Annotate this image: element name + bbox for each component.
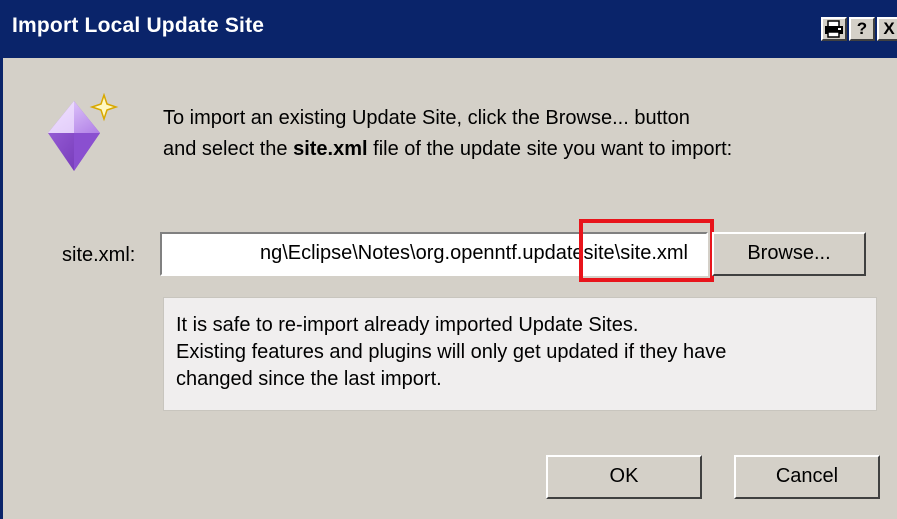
help-icon[interactable]: ? bbox=[849, 17, 875, 41]
close-icon[interactable]: X bbox=[877, 17, 897, 41]
intro-line-2: and select the site.xml file of the upda… bbox=[163, 134, 883, 165]
window-title: Import Local Update Site bbox=[12, 14, 265, 37]
info-line-2: Existing features and plugins will only … bbox=[176, 341, 727, 363]
intro-line-2-end: file of the update site you want to impo… bbox=[367, 138, 733, 160]
browse-button[interactable]: Browse... bbox=[712, 232, 866, 276]
highlight-annotation bbox=[579, 219, 714, 282]
diamond-sparkle-icon bbox=[48, 93, 119, 171]
cancel-button[interactable]: Cancel bbox=[734, 455, 880, 499]
intro-text: To import an existing Update Site, click… bbox=[163, 103, 883, 165]
intro-filename: site.xml bbox=[293, 138, 368, 160]
ok-button[interactable]: OK bbox=[546, 455, 702, 499]
info-panel: It is safe to re-import already imported… bbox=[163, 297, 877, 411]
title-bar: Import Local Update Site ? X bbox=[0, 0, 897, 58]
intro-line-2-start: and select the bbox=[163, 138, 294, 160]
window-border bbox=[0, 58, 3, 519]
intro-line-1: To import an existing Update Site, click… bbox=[163, 107, 690, 129]
site-xml-label: site.xml: bbox=[62, 244, 136, 266]
info-line-1: It is safe to re-import already imported… bbox=[176, 314, 639, 336]
info-line-3: changed since the last import. bbox=[176, 368, 442, 390]
print-icon[interactable] bbox=[821, 17, 847, 41]
